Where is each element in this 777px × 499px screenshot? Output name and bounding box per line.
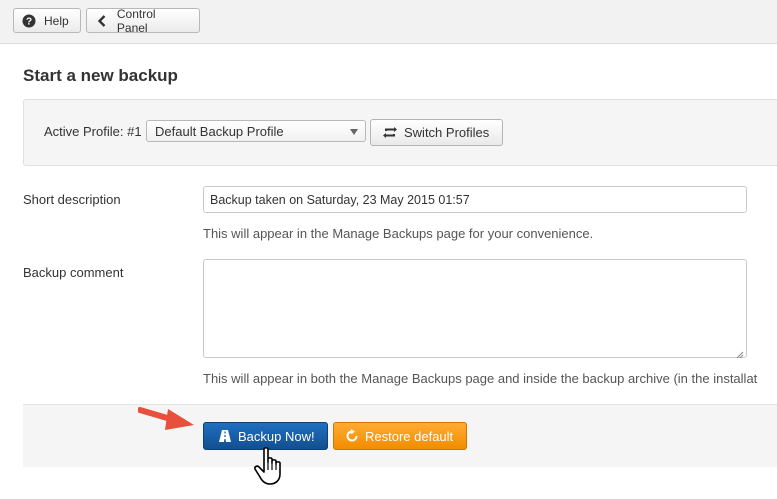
short-description-label: Short description [23, 192, 121, 207]
svg-text:?: ? [26, 16, 32, 27]
switch-profiles-label: Switch Profiles [404, 125, 490, 140]
rotate-icon [345, 429, 359, 443]
red-arrow-annotation [138, 407, 194, 430]
help-button[interactable]: ? Help [13, 8, 81, 33]
short-description-help: This will appear in the Manage Backups p… [203, 226, 594, 241]
profile-panel: Active Profile: #1 Default Backup Profil… [23, 99, 777, 166]
refresh-icon [382, 126, 398, 140]
control-panel-button[interactable]: Control Panel [86, 6, 200, 35]
question-circle-icon: ? [22, 14, 36, 28]
backup-comment-textarea[interactable] [203, 259, 747, 359]
switch-profiles-button[interactable]: Switch Profiles [370, 119, 503, 146]
control-panel-label: Control Panel [116, 6, 156, 35]
profile-select-value: Default Backup Profile [155, 124, 284, 139]
profile-select[interactable]: Default Backup Profile [146, 120, 366, 142]
restore-default-label: Restore default [365, 428, 454, 444]
chevron-left-icon [95, 14, 109, 28]
help-label: Help [44, 13, 69, 28]
road-icon [218, 429, 232, 443]
backup-comment-help: This will appear in both the Manage Back… [203, 371, 758, 386]
restore-default-button[interactable]: Restore default [333, 422, 467, 450]
backup-comment-label: Backup comment [23, 265, 124, 280]
toolbar: ? Help Control Panel [0, 0, 777, 44]
hand-pointer-cursor [254, 447, 281, 485]
resize-grip-icon[interactable] [736, 347, 744, 359]
short-description-input[interactable] [203, 186, 747, 213]
active-profile-label: Active Profile: #1 [44, 124, 142, 139]
backup-now-label: Backup Now! [238, 428, 315, 444]
caret-down-icon [350, 129, 358, 135]
page-title: Start a new backup [23, 66, 178, 85]
